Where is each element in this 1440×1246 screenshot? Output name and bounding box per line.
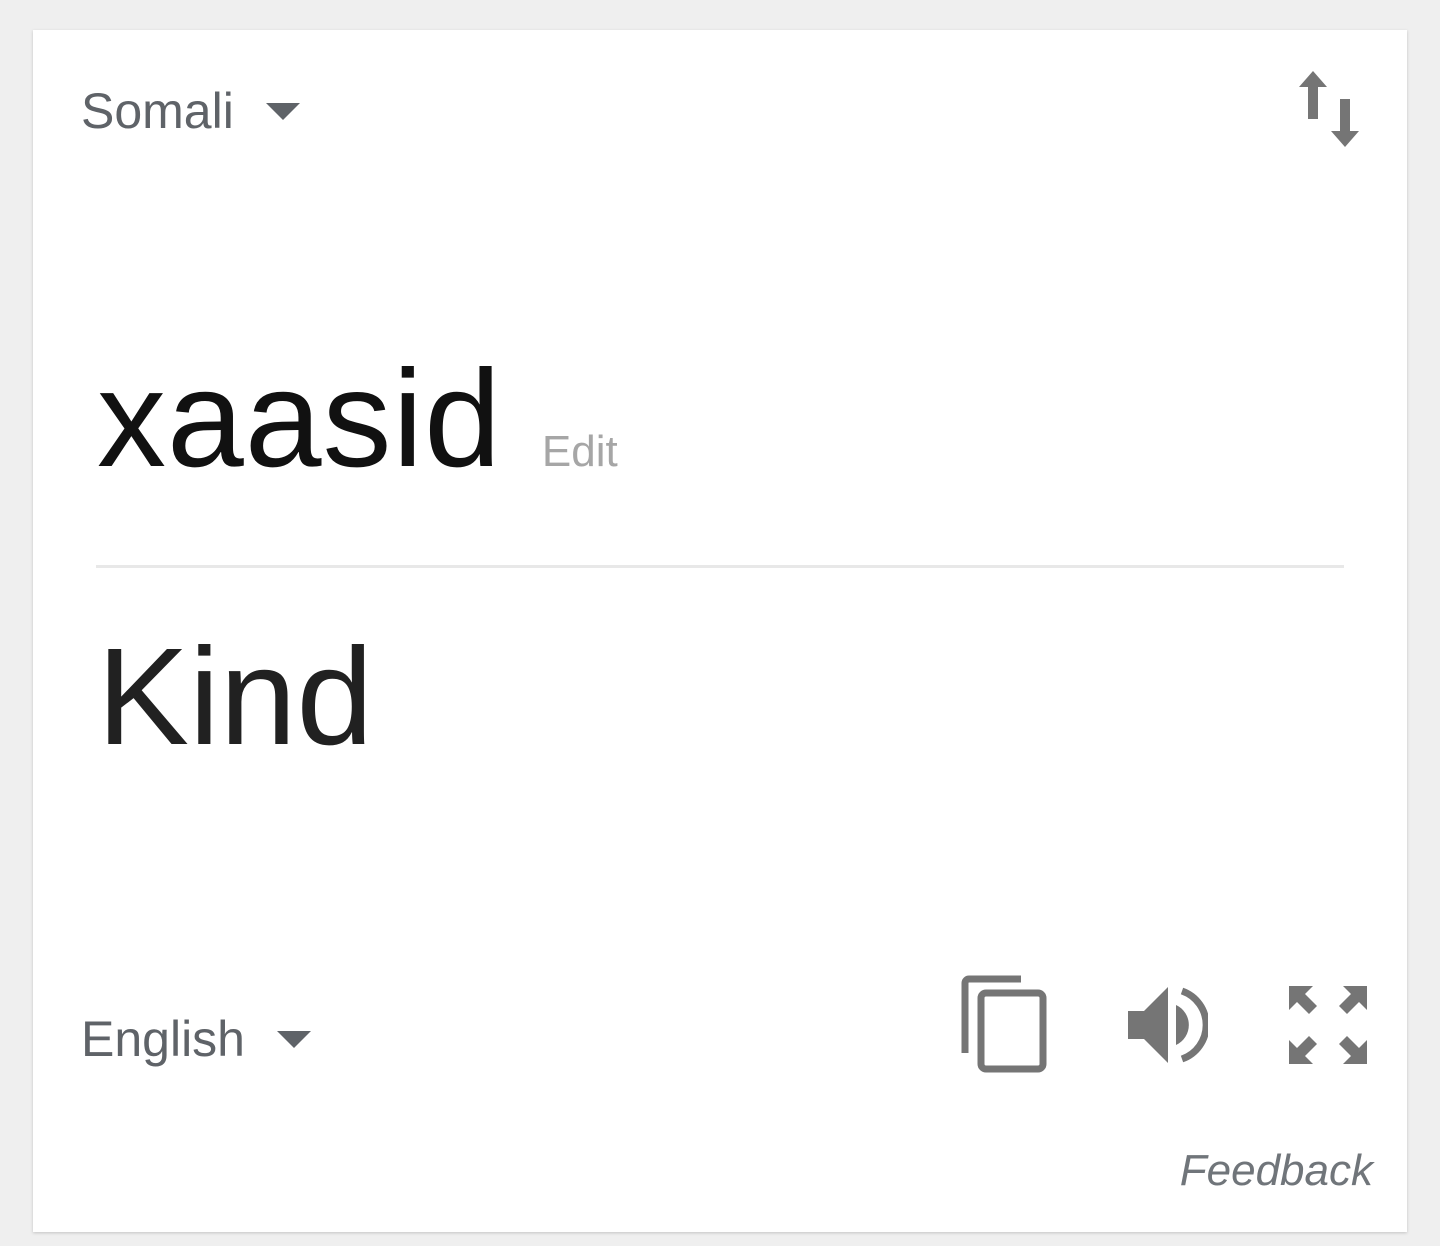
edit-link[interactable]: Edit: [542, 427, 618, 477]
target-language-select[interactable]: English: [81, 1014, 311, 1064]
translated-text: Kind: [97, 620, 374, 774]
fullscreen-button[interactable]: [1285, 982, 1371, 1068]
copy-button[interactable]: [959, 972, 1049, 1076]
source-text-row: xaasid Edit: [97, 350, 618, 488]
swap-vertical-icon: [1299, 71, 1359, 147]
feedback-link[interactable]: Feedback: [1180, 1146, 1373, 1196]
source-language-select[interactable]: Somali: [81, 86, 300, 136]
divider: [96, 565, 1344, 568]
swap-languages-button[interactable]: [1287, 66, 1371, 152]
target-language-label: English: [81, 1011, 245, 1067]
chevron-down-icon: [265, 102, 300, 120]
translate-card: Somali xaasid Edit Kind English Feedback: [33, 30, 1407, 1232]
speaker-icon: [1128, 987, 1208, 1063]
source-text: xaasid: [97, 342, 502, 496]
chevron-down-icon: [277, 1030, 311, 1048]
fullscreen-icon: [1289, 986, 1367, 1064]
speaker-button[interactable]: [1123, 982, 1211, 1068]
source-language-label: Somali: [81, 83, 234, 139]
copy-icon: [961, 975, 1047, 1073]
